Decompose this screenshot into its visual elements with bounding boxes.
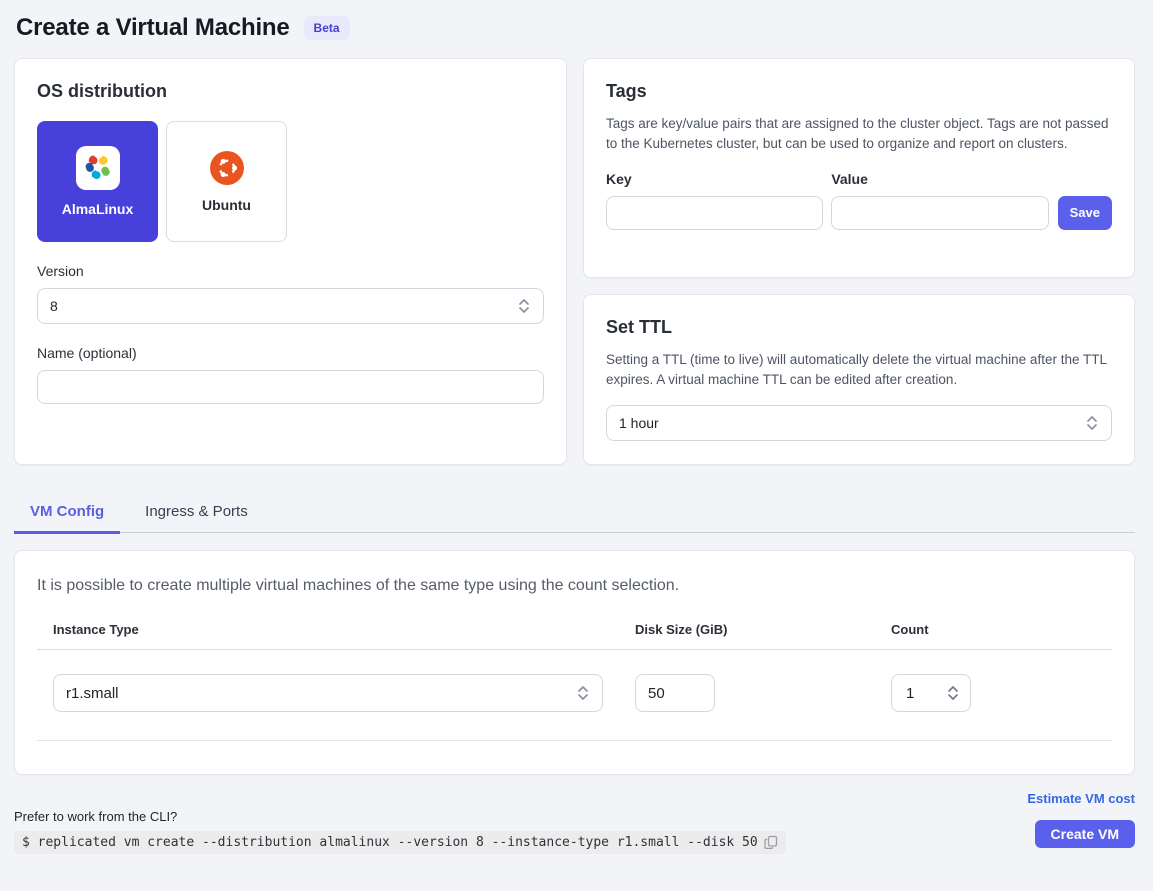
tab-vm-config[interactable]: VM Config [14, 492, 120, 534]
ttl-card-title: Set TTL [606, 317, 1112, 338]
chevron-updown-icon [1085, 414, 1099, 432]
tag-value-field: Value [831, 171, 1048, 230]
version-select[interactable]: 8 [37, 288, 544, 324]
count-cell: 1 [891, 674, 1112, 712]
tags-card-title: Tags [606, 81, 1112, 102]
footer-actions: Estimate VM cost Create VM [1027, 789, 1135, 854]
vm-config-card: It is possible to create multiple virtua… [14, 550, 1135, 775]
vm-table: Instance Type Disk Size (GiB) Count r1.s… [37, 622, 1112, 741]
version-select-value: 8 [50, 298, 517, 314]
tags-card-description: Tags are key/value pairs that are assign… [606, 114, 1112, 155]
os-tile-almalinux[interactable]: AlmaLinux [37, 121, 158, 242]
vm-name-input[interactable] [37, 370, 544, 404]
tags-fields: Key Value Save [606, 171, 1112, 230]
count-stepper[interactable]: 1 [891, 674, 971, 712]
tag-value-input[interactable] [831, 196, 1048, 230]
page-footer: Prefer to work from the CLI? $ replicate… [14, 789, 1135, 854]
disk-size-input[interactable] [635, 674, 715, 712]
ttl-select[interactable]: 1 hour [606, 405, 1112, 441]
disk-size-cell [635, 674, 859, 712]
estimate-vm-cost-link[interactable]: Estimate VM cost [1027, 791, 1135, 806]
cli-command-text: $ replicated vm create --distribution al… [22, 835, 758, 850]
count-value: 1 [906, 685, 946, 702]
os-tile-ubuntu-label: Ubuntu [202, 197, 251, 213]
tag-key-field: Key [606, 171, 823, 230]
column-header-instance-type: Instance Type [37, 622, 603, 637]
tag-value-label: Value [831, 171, 1048, 187]
create-vm-button[interactable]: Create VM [1035, 820, 1135, 848]
vm-table-header: Instance Type Disk Size (GiB) Count [37, 622, 1112, 650]
os-tile-ubuntu[interactable]: Ubuntu [166, 121, 287, 242]
version-label: Version [37, 263, 544, 279]
cli-prompt-text: Prefer to work from the CLI? [14, 809, 786, 824]
chevron-updown-icon [576, 684, 590, 702]
config-tabs: VM Config Ingress & Ports [14, 492, 1135, 533]
column-header-disk-size: Disk Size (GiB) [635, 622, 859, 637]
os-tiles: AlmaLinux [37, 121, 544, 242]
beta-badge: Beta [304, 16, 350, 40]
os-tile-almalinux-label: AlmaLinux [62, 201, 134, 217]
save-tag-button[interactable]: Save [1058, 196, 1112, 230]
cli-block: Prefer to work from the CLI? $ replicate… [14, 809, 786, 854]
cli-command-box: $ replicated vm create --distribution al… [14, 831, 786, 854]
vm-table-row: r1.small 1 [37, 650, 1112, 741]
os-distribution-card: OS distribution [14, 58, 567, 465]
right-cards-column: Tags Tags are key/value pairs that are a… [583, 58, 1135, 465]
ttl-card-description: Setting a TTL (time to live) will automa… [606, 350, 1112, 391]
almalinux-icon [76, 146, 120, 190]
tag-key-input[interactable] [606, 196, 823, 230]
instance-type-cell: r1.small [37, 674, 603, 712]
top-cards-row: OS distribution [14, 58, 1135, 465]
vm-name-label: Name (optional) [37, 345, 544, 361]
tab-ingress-ports[interactable]: Ingress & Ports [129, 492, 264, 534]
tags-card: Tags Tags are key/value pairs that are a… [583, 58, 1135, 278]
chevron-updown-icon [517, 297, 531, 315]
ubuntu-icon [209, 150, 245, 186]
instance-type-select[interactable]: r1.small [53, 674, 603, 712]
set-ttl-card: Set TTL Setting a TTL (time to live) wil… [583, 294, 1135, 465]
copy-icon[interactable] [764, 835, 778, 850]
instance-type-value: r1.small [66, 685, 576, 702]
ttl-select-value: 1 hour [619, 415, 1085, 431]
page-title: Create a Virtual Machine [16, 14, 290, 42]
tag-key-label: Key [606, 171, 823, 187]
column-header-count: Count [891, 622, 1112, 637]
create-vm-page: Create a Virtual Machine Beta OS distrib… [0, 0, 1153, 891]
stepper-updown-icon [946, 683, 960, 703]
page-header: Create a Virtual Machine Beta [0, 0, 1153, 42]
os-card-title: OS distribution [37, 81, 544, 102]
vm-config-note: It is possible to create multiple virtua… [37, 577, 1112, 595]
